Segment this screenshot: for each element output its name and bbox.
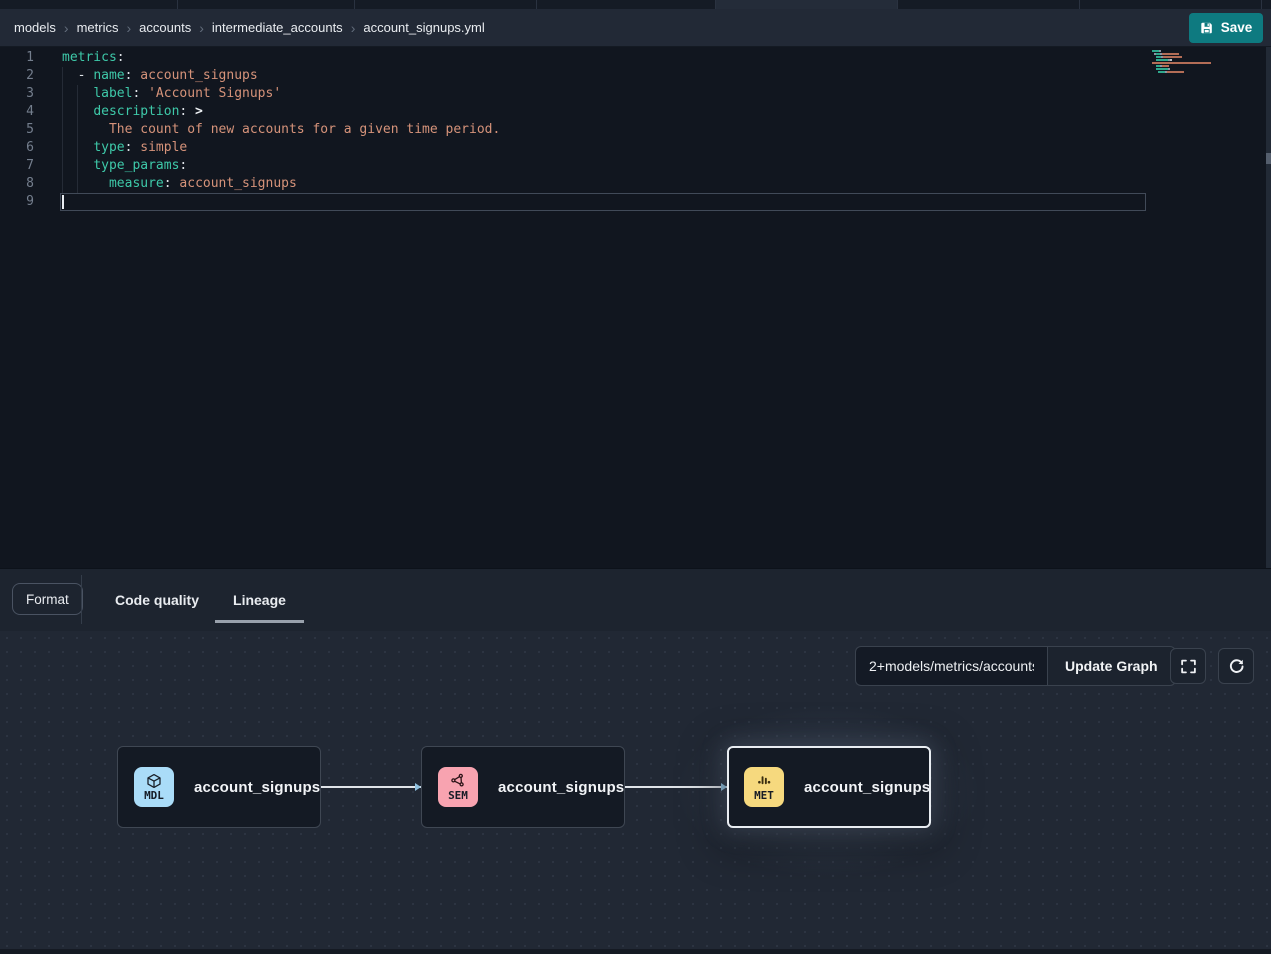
line-number: 2 xyxy=(0,67,47,85)
breadcrumb-item[interactable]: account_signups.yml xyxy=(363,20,484,35)
metric-chart-icon xyxy=(756,773,772,789)
tab-code-quality[interactable]: Code quality xyxy=(115,569,199,631)
lineage-filter-input[interactable] xyxy=(855,646,1047,686)
tab-lineage[interactable]: Lineage xyxy=(233,569,286,631)
save-label: Save xyxy=(1221,20,1253,35)
line-number: 9 xyxy=(0,193,47,211)
panel-tabs: Code quality Lineage xyxy=(115,569,286,631)
code-line: 6 type: simple xyxy=(0,139,500,157)
code-line: 8 measure: account_signups xyxy=(0,175,500,193)
line-number: 6 xyxy=(0,139,47,157)
breadcrumb-item[interactable]: accounts xyxy=(139,20,191,35)
editor-tab[interactable] xyxy=(178,0,355,9)
node-type-badge: SEM xyxy=(438,767,478,807)
lineage-canvas[interactable]: MDL account_signups SEM account_signups MET a… xyxy=(0,631,1271,949)
scrollbar-thumb[interactable] xyxy=(1266,153,1271,164)
badge-label: SEM xyxy=(448,790,468,801)
editor-tab[interactable] xyxy=(898,0,1080,9)
badge-label: MDL xyxy=(144,790,164,801)
chevron-right-icon: › xyxy=(126,21,131,35)
code-line: 1metrics: xyxy=(0,49,500,67)
cube-icon xyxy=(146,773,162,789)
save-icon xyxy=(1200,21,1214,35)
code-editor[interactable]: 1metrics:2 - name: account_signups3 labe… xyxy=(0,47,1271,568)
line-number: 3 xyxy=(0,85,47,103)
fullscreen-icon xyxy=(1180,658,1197,675)
semantic-graph-icon xyxy=(450,773,466,789)
code-line: 4 description: > xyxy=(0,103,500,121)
active-line-highlight xyxy=(60,193,1146,211)
line-number: 7 xyxy=(0,157,47,175)
breadcrumb-item[interactable]: metrics xyxy=(77,20,119,35)
line-number: 8 xyxy=(0,175,47,193)
code-line: 7 type_params: xyxy=(0,157,500,175)
editor-tab[interactable] xyxy=(355,0,537,9)
indent-guide xyxy=(62,67,63,193)
breadcrumb-item[interactable]: models xyxy=(14,20,56,35)
lineage-node-sem[interactable]: SEM account_signups xyxy=(421,746,625,828)
breadcrumb: models › metrics › accounts › intermediate_acc… xyxy=(14,20,485,35)
editor-tab[interactable] xyxy=(537,0,716,9)
code-lines: 1metrics:2 - name: account_signups3 labe… xyxy=(0,49,500,211)
lineage-node-mdl[interactable]: MDL account_signups xyxy=(117,746,321,828)
code-line: 5 The count of new accounts for a given … xyxy=(0,121,500,139)
update-graph-button[interactable]: Update Graph xyxy=(1047,646,1176,686)
breadcrumb-bar: models › metrics › accounts › intermediate_acc… xyxy=(0,9,1271,47)
refresh-icon xyxy=(1228,658,1245,675)
scrollbar-track[interactable] xyxy=(1266,47,1271,568)
editor-tab[interactable] xyxy=(1080,0,1262,9)
line-number: 5 xyxy=(0,121,47,139)
lineage-edge xyxy=(321,786,421,788)
refresh-button[interactable] xyxy=(1218,648,1254,684)
node-type-badge: MET xyxy=(744,767,784,807)
node-type-badge: MDL xyxy=(134,767,174,807)
indent-guide xyxy=(77,85,78,193)
line-number: 1 xyxy=(0,49,47,67)
badge-label: MET xyxy=(754,790,774,801)
code-line: 3 label: 'Account Signups' xyxy=(0,85,500,103)
editor-tab[interactable] xyxy=(0,0,178,9)
code-line: 2 - name: account_signups xyxy=(0,67,500,85)
breadcrumb-item[interactable]: intermediate_accounts xyxy=(212,20,343,35)
editor-tab-active[interactable] xyxy=(716,0,898,9)
app-window: models › metrics › accounts › intermediate_acc… xyxy=(0,0,1271,954)
chevron-right-icon: › xyxy=(199,21,204,35)
node-label: account_signups xyxy=(804,779,930,796)
node-label: account_signups xyxy=(498,779,624,796)
editor-tab-strip xyxy=(0,0,1271,9)
lineage-node-met[interactable]: MET account_signups xyxy=(727,746,931,828)
lineage-toolbar: Update Graph xyxy=(855,646,1176,686)
format-button[interactable]: Format xyxy=(12,583,83,615)
panel-tab-bar: Format Code quality Lineage xyxy=(0,569,1271,631)
chevron-right-icon: › xyxy=(64,21,69,35)
minimap[interactable] xyxy=(1152,50,1262,77)
lineage-edge xyxy=(625,786,727,788)
divider xyxy=(81,575,82,624)
chevron-right-icon: › xyxy=(351,21,356,35)
fullscreen-button[interactable] xyxy=(1170,648,1206,684)
bottom-panel: Format Code quality Lineage MDL account_si… xyxy=(0,568,1271,954)
text-cursor xyxy=(62,195,64,209)
editor-tab[interactable] xyxy=(1262,0,1271,9)
line-number: 4 xyxy=(0,103,47,121)
node-label: account_signups xyxy=(194,779,320,796)
save-button[interactable]: Save xyxy=(1189,13,1263,43)
